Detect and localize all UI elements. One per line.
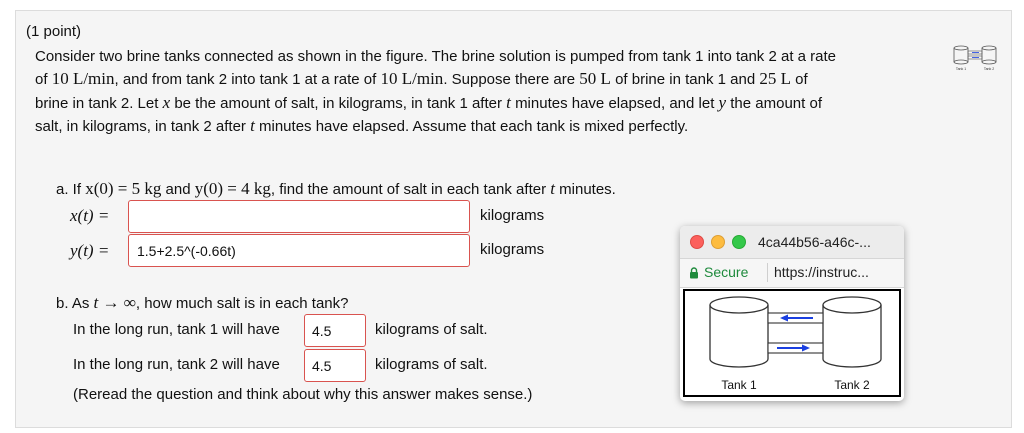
lock-icon — [690, 267, 698, 279]
y-unit-label: kilograms — [480, 241, 545, 258]
tank-figure: Tank 1 Tank 2 — [683, 289, 901, 397]
reread-note: (Reread the question and think about why… — [73, 386, 533, 403]
tank-figure-thumbnail[interactable]: Tank 1 Tank 2 — [951, 44, 999, 72]
tank2-longrun-unit: kilograms of salt. — [375, 356, 488, 373]
address-divider — [767, 263, 768, 282]
problem-line-3: brine in tank 2. Let x be the amount of … — [35, 93, 822, 113]
y-of-t-label: y(t) = — [70, 241, 110, 260]
thumb-tank2-label: Tank 2 — [984, 67, 994, 71]
x-of-t-input[interactable] — [128, 200, 470, 233]
thumb-tank1-label: Tank 1 — [956, 67, 966, 71]
problem-line-2: of 10 L/min, and from tank 2 into tank 1… — [35, 69, 808, 89]
x-of-t-label: x(t) = — [70, 206, 110, 225]
two-tanks-diagram: Tank 1 Tank 2 — [709, 296, 882, 392]
tank1-longrun-input[interactable]: 4.5 — [304, 314, 366, 347]
figure-popup-window: 4ca44b56-a46c-... Secure https://instruc… — [680, 226, 904, 401]
popup-titlebar: 4ca44b56-a46c-... — [680, 226, 904, 258]
secure-label: Secure — [704, 264, 749, 280]
tank1-longrun-unit: kilograms of salt. — [375, 321, 488, 338]
close-button[interactable] — [690, 235, 704, 249]
tank1-longrun-label: In the long run, tank 1 will have — [73, 321, 280, 338]
tank2-longrun-input[interactable]: 4.5 — [304, 349, 366, 382]
popup-title: 4ca44b56-a46c-... — [758, 234, 871, 250]
problem-line-1: Consider two brine tanks connected as sh… — [35, 48, 837, 65]
address-bar[interactable]: Secure https://instruc... — [680, 258, 904, 288]
part-a-question: a. If x(0) = 5 kg and y(0) = 4 kg, find … — [56, 179, 616, 199]
tank2-longrun-label: In the long run, tank 2 will have — [73, 356, 280, 373]
tank1-label: Tank 1 — [721, 378, 757, 392]
y-of-t-input[interactable]: 1.5+2.5^(-0.66t) — [128, 234, 470, 267]
zoom-button[interactable] — [732, 235, 746, 249]
url-text: https://instruc... — [774, 264, 869, 280]
minimize-button[interactable] — [711, 235, 725, 249]
part-b-question: b. As t → ∞, how much salt is in each ta… — [56, 293, 349, 313]
problem-line-4: salt, in kilograms, in tank 2 after t mi… — [35, 116, 689, 136]
points-label: (1 point) — [26, 23, 82, 40]
tank2-label: Tank 2 — [834, 378, 870, 392]
x-unit-label: kilograms — [480, 207, 545, 224]
